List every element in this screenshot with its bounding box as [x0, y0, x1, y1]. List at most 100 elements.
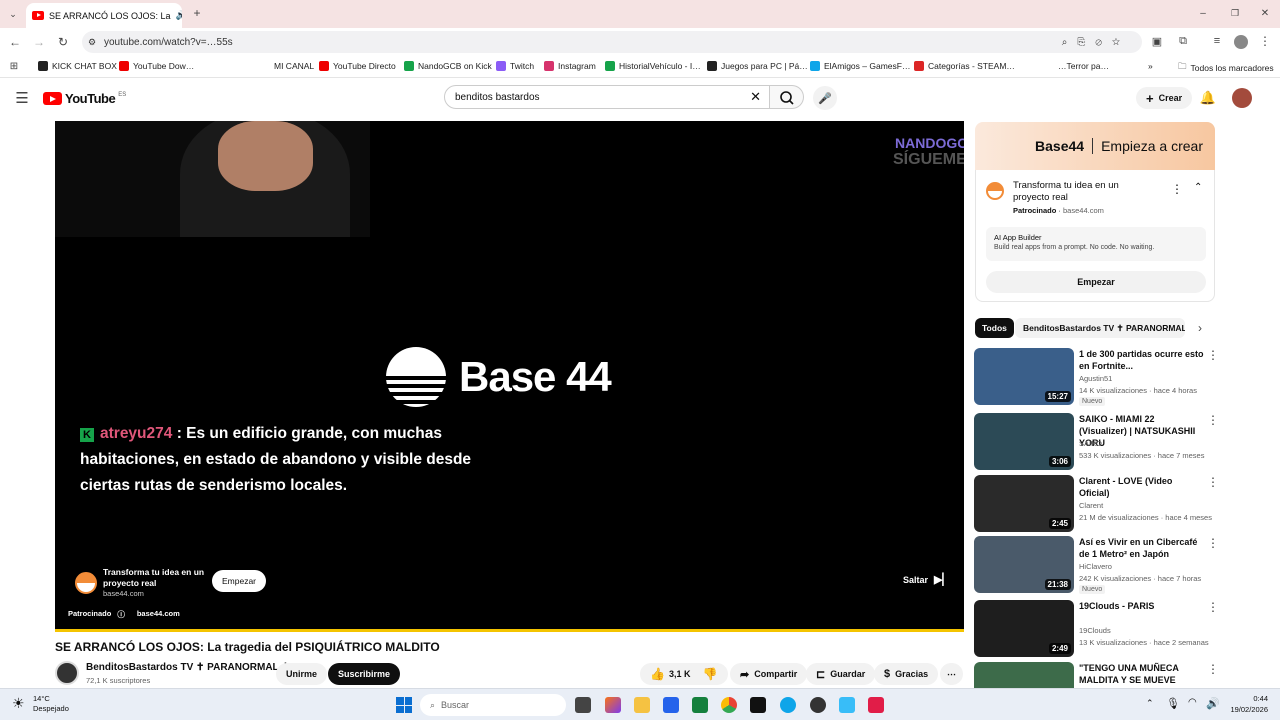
- ad-cta-button[interactable]: Empezar: [986, 271, 1206, 293]
- avatar[interactable]: [1232, 88, 1252, 108]
- ad-menu-icon[interactable]: ⋮: [1171, 182, 1183, 196]
- file-explorer-icon[interactable]: [634, 697, 650, 713]
- bookmark-item[interactable]: HistorialVehículo - I…: [605, 61, 701, 71]
- apps-icon[interactable]: ⊞: [8, 60, 20, 72]
- notifications-bell-icon[interactable]: 🔔: [1200, 90, 1216, 106]
- channel-name[interactable]: SAIKO: [1079, 439, 1102, 448]
- video-title[interactable]: 19Clouds - PARIS: [1079, 600, 1204, 612]
- puzzle-icon[interactable]: ⧉: [1176, 34, 1190, 48]
- more-options-icon[interactable]: ⋮: [1207, 662, 1219, 676]
- chevron-right-icon[interactable]: ›: [1192, 320, 1208, 336]
- back-icon[interactable]: ←: [8, 35, 22, 49]
- omnibox-actions-icon[interactable]: ⌕⎘⊘☆: [1062, 37, 1130, 48]
- network-icon[interactable]: ◠: [1188, 697, 1197, 708]
- close-window-icon[interactable]: ✕: [1258, 6, 1272, 20]
- voice-search-icon[interactable]: 🎤: [813, 86, 837, 110]
- tiktok-live-icon[interactable]: [868, 697, 884, 713]
- weather-icon[interactable]: ☀: [12, 695, 25, 712]
- sidebar-ad-card[interactable]: Transforma tu idea en un proyecto real P…: [975, 170, 1215, 302]
- bookmark-item[interactable]: ElAmigos – GamesF…: [810, 61, 910, 71]
- ad-progress-bar[interactable]: [55, 629, 964, 632]
- clear-search-icon[interactable]: ✕: [750, 89, 761, 105]
- list-item[interactable]: 2:49 19Clouds - PARIS 19Clouds 13 K visuali…: [974, 600, 1219, 658]
- profile-icon[interactable]: [1234, 35, 1248, 49]
- new-tab-icon[interactable]: +: [190, 6, 204, 20]
- microphone-icon[interactable]: 🎙: [1166, 697, 1180, 710]
- site-info-icon[interactable]: ⚙: [88, 37, 96, 48]
- more-options-icon[interactable]: ⋮: [1207, 536, 1219, 550]
- windows-start-icon[interactable]: [396, 697, 412, 713]
- more-bookmarks-icon[interactable]: »: [1148, 61, 1153, 71]
- video-title[interactable]: Clarent - LOVE (Video Oficial): [1079, 475, 1204, 499]
- skip-ad-button[interactable]: Saltar ▶▏: [903, 573, 951, 586]
- search-input[interactable]: benditos bastardos ✕: [444, 85, 770, 109]
- hamburger-menu-icon[interactable]: ☰: [14, 90, 30, 107]
- all-bookmarks-button[interactable]: 🗀 Todos los marcadores: [1178, 61, 1274, 75]
- address-bar[interactable]: ⚙ youtube.com/watch?v=…55s ⌕⎘⊘☆: [82, 31, 1142, 53]
- bookmark-item[interactable]: NandoGCB on Kick: [404, 61, 492, 71]
- tiktok-icon[interactable]: [750, 697, 766, 713]
- bookmark-item[interactable]: YouTube Directo: [319, 61, 396, 71]
- save-button[interactable]: ⊏ Guardar: [806, 663, 876, 685]
- bookmark-item[interactable]: Twitch: [496, 61, 534, 71]
- list-item[interactable]: 3:06 SAIKO - MIAMI 22 (Visualizer) | NATS…: [974, 413, 1219, 471]
- copilot-icon[interactable]: [605, 697, 621, 713]
- video-thumbnail[interactable]: 3:06: [974, 413, 1074, 470]
- join-button[interactable]: Unirme: [276, 663, 328, 685]
- share-button[interactable]: ➦ Compartir: [730, 663, 808, 685]
- bookmark-item[interactable]: Juegos para PC | Pá…: [707, 61, 808, 71]
- channel-name[interactable]: 19Clouds: [1079, 626, 1111, 635]
- channel-name[interactable]: Agustin51: [1079, 374, 1112, 383]
- tab-search-icon[interactable]: ⌄: [6, 7, 20, 21]
- ad-card[interactable]: Transforma tu idea en un proyecto real b…: [75, 567, 207, 598]
- subscribe-button[interactable]: Suscribirme: [328, 663, 401, 685]
- like-count[interactable]: 3,1 K: [669, 669, 691, 679]
- task-view-icon[interactable]: [575, 697, 591, 713]
- menu-icon[interactable]: ⋮: [1258, 34, 1272, 48]
- video-thumbnail[interactable]: 21:38: [974, 536, 1074, 593]
- channel-name[interactable]: BenditosBastardos TV ✝ PARANORMAL ✝: [86, 662, 290, 673]
- more-actions-icon[interactable]: ⋯: [940, 663, 963, 685]
- list-item[interactable]: 15:27 1 de 300 partidas ocurre esto en Fo…: [974, 348, 1219, 406]
- video-thumbnail[interactable]: 2:45: [974, 475, 1074, 532]
- audio-icon[interactable]: 🔊: [176, 10, 182, 21]
- store-icon[interactable]: [663, 697, 679, 713]
- app-icon[interactable]: [839, 697, 855, 713]
- bookmark-item[interactable]: MI CANAL: [274, 61, 314, 71]
- bookmark-item[interactable]: …Terror pa…: [1058, 61, 1109, 71]
- video-title[interactable]: 1 de 300 partidas ocurre esto en Fortnit…: [1079, 348, 1204, 372]
- like-icon[interactable]: 👍: [650, 667, 665, 681]
- thanks-button[interactable]: $ Gracias: [874, 663, 939, 685]
- channel-name[interactable]: HiClavero: [1079, 562, 1112, 571]
- tray-overflow-icon[interactable]: ⌃: [1146, 698, 1154, 709]
- dislike-icon[interactable]: 👎: [702, 667, 717, 681]
- video-title[interactable]: Así es Vivir en un Cibercafé de 1 Metro²…: [1079, 536, 1204, 560]
- maximize-icon[interactable]: ❐: [1228, 6, 1242, 20]
- ad-card-button[interactable]: Empezar: [212, 570, 267, 592]
- more-options-icon[interactable]: ⋮: [1207, 600, 1219, 614]
- list-item[interactable]: 2:45 Clarent - LOVE (Video Oficial) Claren…: [974, 475, 1219, 533]
- taskbar-search[interactable]: ⌕ Buscar: [420, 694, 566, 716]
- create-button[interactable]: + Crear: [1136, 87, 1193, 109]
- youtube-logo[interactable]: YouTube ES: [43, 91, 126, 106]
- list-item[interactable]: 21:38 Así es Vivir en un Cibercafé de 1 M…: [974, 536, 1219, 594]
- xbox-icon[interactable]: [692, 697, 708, 713]
- bookmark-item[interactable]: Categorías - STEAM…: [914, 61, 1015, 71]
- bookmark-item[interactable]: KICK CHAT BOX: [38, 61, 117, 71]
- more-options-icon[interactable]: ⋮: [1207, 348, 1219, 362]
- filter-chip-all[interactable]: Todos: [975, 318, 1014, 338]
- browser-icon[interactable]: [780, 697, 796, 713]
- collapse-icon[interactable]: ⌃: [1194, 182, 1202, 193]
- media-control-icon[interactable]: ≡: [1210, 34, 1224, 48]
- weather-widget[interactable]: 14°C Despejado: [33, 694, 69, 714]
- channel-name[interactable]: Clarent: [1079, 501, 1103, 510]
- video-thumbnail[interactable]: 15:27: [974, 348, 1074, 405]
- channel-avatar[interactable]: [55, 661, 79, 685]
- clock[interactable]: 0:44 19/02/2026: [1218, 693, 1268, 715]
- sidebar-ad-banner[interactable]: Base44 Empieza a crear: [975, 122, 1215, 170]
- extension-icon[interactable]: ▣: [1150, 34, 1164, 48]
- more-options-icon[interactable]: ⋮: [1207, 413, 1219, 427]
- more-options-icon[interactable]: ⋮: [1207, 475, 1219, 489]
- video-player[interactable]: NANDOGCB SÍGUEME Katreyu274 : Es un edif…: [55, 121, 964, 632]
- bookmark-item[interactable]: Instagram: [544, 61, 596, 71]
